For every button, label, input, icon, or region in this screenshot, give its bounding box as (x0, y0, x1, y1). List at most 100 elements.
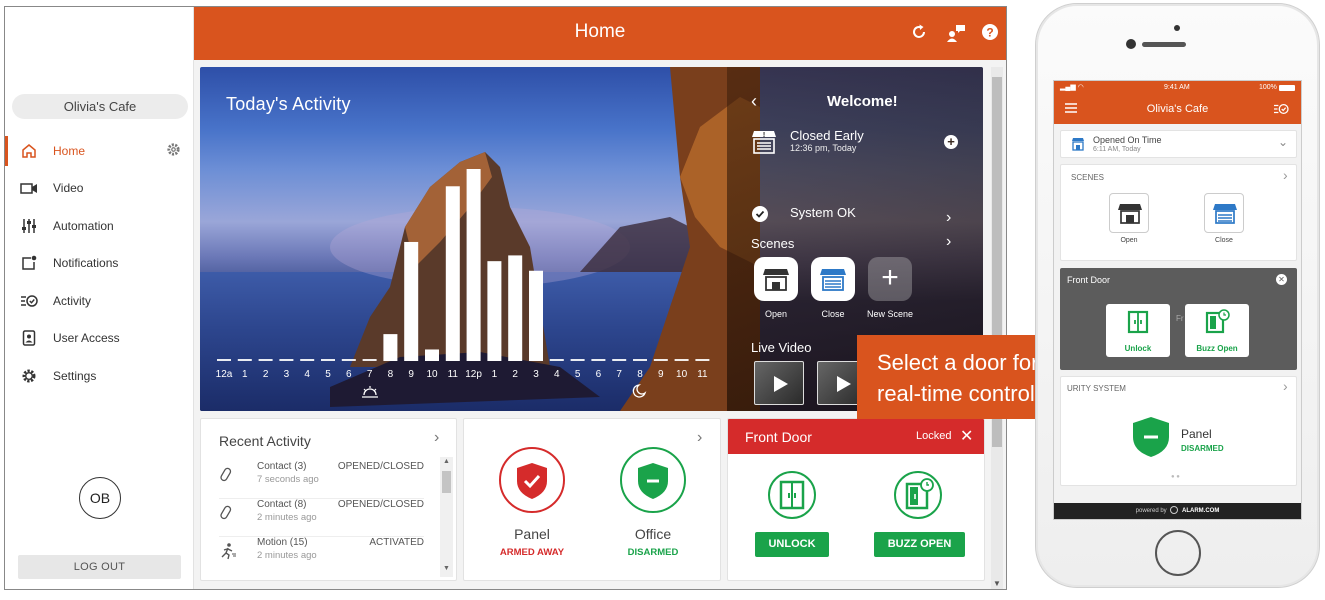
list-item[interactable]: Contact (8) 2 minutes ago OPENED/CLOSED (219, 499, 424, 537)
sidebar-item-settings[interactable]: Settings (5, 357, 194, 395)
logout-button[interactable]: LOG OUT (18, 555, 181, 579)
storefront-closed-icon: ! (751, 129, 777, 155)
sidebar-item-activity[interactable]: Activity (5, 282, 194, 320)
activity-time: 7 seconds ago (257, 474, 319, 485)
phone-unlock-label: Unlock (1124, 344, 1152, 353)
phone-status-text: Opened On Time (1093, 135, 1162, 145)
phone-footer: powered by ALARM.COM (1054, 503, 1301, 519)
recent-activity-scrollbar[interactable]: ▲ ▼ (440, 457, 453, 577)
panel-status-button[interactable] (499, 447, 565, 513)
activity-bar-8 (383, 334, 398, 361)
scroll-down-arrow-icon[interactable]: ▼ (993, 579, 1001, 588)
alarm-logo-icon (1170, 506, 1179, 515)
hour-label-23: 11 (697, 369, 708, 380)
scroll-down-arrow-icon[interactable]: ▼ (443, 565, 450, 572)
chevron-right-icon[interactable]: › (1283, 378, 1288, 394)
hour-label-2: 2 (263, 369, 269, 380)
scene-open-button[interactable] (754, 257, 798, 301)
phone-home-button[interactable] (1155, 530, 1201, 576)
chevron-right-icon[interactable]: › (946, 209, 951, 227)
page-title: Home (574, 21, 626, 42)
powered-by-text: powered by (1135, 508, 1167, 514)
list-item[interactable]: Motion (15) 2 minutes ago ACTIVATED (219, 537, 424, 575)
scenes-label: Scenes (751, 236, 795, 251)
activity-state: OPENED/CLOSED (337, 499, 424, 510)
sidebar-item-video[interactable]: Video (5, 170, 194, 208)
sidebar-item-user-access[interactable]: User Access (5, 320, 194, 358)
gear-icon[interactable] (166, 142, 182, 158)
hour-label-4: 4 (304, 369, 310, 380)
hour-label-21: 9 (658, 369, 664, 380)
office-status-button[interactable] (620, 447, 686, 513)
hour-label-8: 8 (388, 369, 394, 380)
avatar[interactable]: OB (79, 477, 121, 519)
scroll-up-arrow-icon[interactable]: ▲ (443, 458, 450, 465)
close-icon[interactable]: ✕ (960, 426, 973, 446)
activity-bar-4 (300, 359, 315, 361)
scene-close-button[interactable] (811, 257, 855, 301)
hour-label-20: 8 (637, 369, 643, 380)
hour-label-15: 3 (533, 369, 539, 380)
storefront-open-icon (1071, 137, 1085, 156)
activity-bar-10 (425, 349, 439, 361)
activity-time: 2 minutes ago (257, 512, 317, 523)
chevron-right-icon[interactable]: › (697, 429, 702, 447)
phone-scene-open-button[interactable] (1109, 193, 1149, 233)
phone-scene-close-button[interactable] (1204, 193, 1244, 233)
new-scene-button[interactable]: + (868, 257, 912, 301)
help-icon[interactable]: ? (981, 23, 1001, 43)
activity-state: ACTIVATED (369, 537, 424, 548)
system-status: System OK (790, 205, 856, 220)
sidebar-item-label: Notifications (53, 256, 119, 271)
phone-store-status[interactable]: Opened On Time 6:11 AM, Today ⌄ (1060, 130, 1297, 158)
activity-bar-5 (321, 359, 335, 361)
front-door-title: Front Door (745, 429, 812, 445)
hour-label-22: 10 (676, 369, 688, 380)
recent-activity-card: Recent Activity › Contact (3) 7 seconds … (200, 418, 457, 581)
list-item[interactable]: Contact (3) 7 seconds ago OPENED/CLOSED (219, 461, 424, 499)
chevron-right-icon[interactable]: › (434, 429, 439, 447)
door-buzz-icon-button[interactable] (894, 471, 942, 519)
activity-list-icon[interactable] (1273, 102, 1289, 121)
scrollbar-thumb[interactable] (442, 471, 451, 493)
recent-activity-title[interactable]: Recent Activity (219, 433, 311, 449)
video-thumbnail[interactable] (754, 361, 804, 405)
sidebar-item-notifications[interactable]: Notifications (5, 245, 194, 283)
phone-unlock-button[interactable]: Unlock (1106, 304, 1170, 357)
scene-label: Close (1215, 237, 1233, 244)
hour-label-11: 11 (448, 369, 459, 380)
location-selector[interactable]: Olivia's Cafe (12, 94, 188, 119)
chat-support-icon[interactable] (946, 23, 966, 43)
storefront-open-icon (754, 269, 798, 305)
moon-icon (632, 384, 647, 398)
hour-label-7: 7 (367, 369, 373, 380)
chevron-right-icon[interactable]: › (946, 233, 951, 251)
shield-disarmed-icon[interactable] (1131, 415, 1171, 464)
home-icon (19, 141, 39, 161)
chevron-down-icon[interactable]: ⌄ (1278, 135, 1288, 149)
back-chevron-icon[interactable]: ‹ (751, 91, 757, 112)
plus-icon[interactable]: + (944, 135, 958, 149)
contact-sensor-icon (219, 504, 237, 522)
sidebar-item-automation[interactable]: Automation (5, 207, 194, 245)
page-scrollbar[interactable]: ▼ (991, 67, 1003, 589)
chevron-right-icon[interactable]: › (1283, 167, 1288, 183)
phone-buzz-open-button[interactable]: Buzz Open (1185, 304, 1249, 357)
hour-label-5: 5 (325, 369, 331, 380)
close-icon[interactable]: ✕ (1276, 274, 1287, 285)
play-icon (837, 376, 851, 392)
hour-label-9: 9 (408, 369, 414, 380)
activity-bar-0 (217, 359, 231, 361)
sidebar-item-home[interactable]: Home (5, 132, 194, 170)
activity-state: OPENED/CLOSED (337, 461, 424, 472)
buzz-open-button[interactable]: BUZZ OPEN (874, 532, 965, 557)
door-unlock-icon-button[interactable] (768, 471, 816, 519)
hour-label-10: 10 (426, 369, 438, 380)
sliders-icon (19, 216, 39, 236)
refresh-icon[interactable] (910, 23, 930, 43)
activity-bar-chart: 12a 1 2 3 4 5 6 7 8 9 10 11 12p 1 2 3 4 5 6 7 8 9 10 11 (216, 169, 710, 398)
front-door-card: Front Door Locked ✕ UNLOCK BUZZ OPEN (727, 418, 985, 581)
play-icon (774, 376, 788, 392)
unlock-button[interactable]: UNLOCK (755, 532, 829, 557)
activity-bar-18 (591, 359, 606, 361)
